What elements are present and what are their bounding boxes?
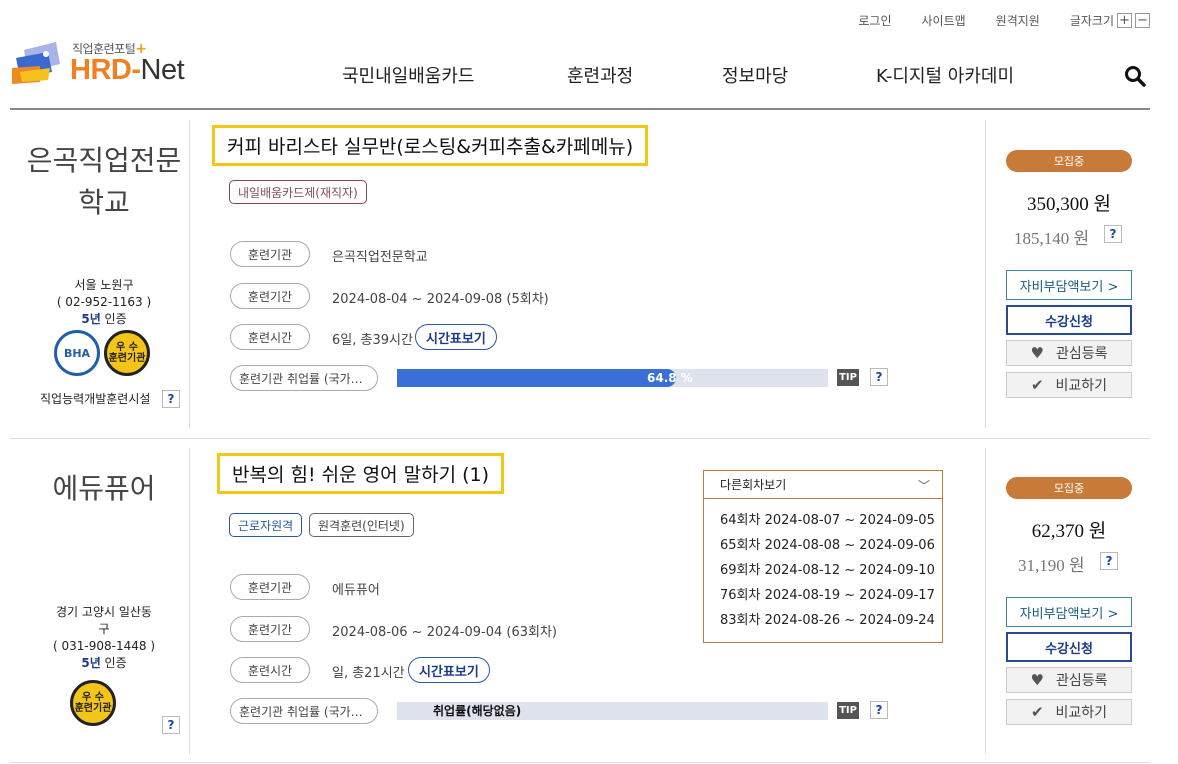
employment-rate-bar: 취업률(해당없음) [397,702,828,720]
session-item[interactable]: 83회차 2024-08-26 ~ 2024-09-24 [704,608,942,633]
chevron-down-icon: ﹀ [917,479,930,493]
heart-icon: ♥ [1030,671,1044,689]
interest-button[interactable]: ♥ 관심등록 [1006,340,1132,366]
timetable-button[interactable]: 시간표보기 [415,324,497,350]
institution-name[interactable]: 은곡직업전문학교 [14,140,194,224]
check-icon: ✔ [1030,703,1044,721]
time-value: 6일, 총39시간 [332,333,413,348]
help-icon[interactable]: ? [162,390,180,408]
nav-item-courses[interactable]: 훈련과정 [567,62,633,88]
interest-button[interactable]: ♥ 관심등록 [1006,667,1132,693]
search-icon[interactable] [1124,65,1146,87]
login-link[interactable]: 로그인 [858,12,891,29]
label-employment: 훈련기관 취업률 (국가… [230,365,378,391]
session-item[interactable]: 64회차 2024-08-07 ~ 2024-09-05 [704,508,942,533]
course-title[interactable]: 반복의 힘! 쉬운 영어 말하기 (1) [217,453,505,494]
help-icon[interactable]: ? [162,716,180,734]
font-size-control: 글자크기 + − [1070,12,1150,29]
label-org: 훈련기관 [230,574,310,600]
tip-badge[interactable]: TIP [837,702,859,719]
self-pay-price: 31,190 원 [1018,556,1085,575]
font-size-label: 글자크기 [1069,14,1114,28]
utility-nav: 로그인 사이트맵 원격지원 글자크기 + − [828,12,1150,29]
check-icon: ✔ [1030,376,1044,394]
help-icon[interactable]: ? [1100,552,1118,570]
bha-badge-icon: BHA [54,330,100,376]
course-price: 62,370 원 [1031,521,1107,542]
remote-support-link[interactable]: 원격지원 [996,12,1040,29]
main-nav: 국민내일배움카드 훈련과정 정보마당 K-디지털 아카데미 [0,62,1178,92]
nav-item-info[interactable]: 정보마당 [722,62,788,88]
employment-rate-bar: 64.8 % [397,369,828,387]
label-employment: 훈련기관 취업률 (국가… [230,698,378,724]
status-badge: 모집중 [1006,150,1132,172]
period-value: 2024-08-06 ~ 2024-09-04 (63회차) [332,625,557,640]
nav-item-k-digital[interactable]: K-디지털 아카데미 [876,62,1014,88]
facility-label: 직업능력개발훈련시설 [40,392,151,406]
heart-icon: ♥ [1030,344,1044,362]
employment-rate-text: 64.8 % [647,371,693,385]
self-pay-button[interactable]: 자비부담액보기 > [1006,597,1132,627]
divider [985,448,986,754]
font-decrease-button[interactable]: − [1135,13,1150,28]
nav-item-card[interactable]: 국민내일배움카드 [342,62,474,88]
label-period: 훈련기간 [230,283,310,309]
other-sessions-toggle[interactable]: 다른회차보기 ﹀ [704,471,942,499]
institution-name[interactable]: 에듀퓨어 [14,468,194,510]
excellent-institution-badge-icon: 우 수 훈련기관 [104,330,150,376]
org-value: 은곡직업전문학교 [332,250,428,265]
tag-card-type: 내일배움카드제(재직자) [229,180,367,204]
session-item[interactable]: 76회차 2024-08-19 ~ 2024-09-17 [704,583,942,608]
compare-button[interactable]: ✔ 비교하기 [1006,372,1132,398]
label-org: 훈련기관 [230,241,310,267]
divider [985,120,986,428]
label-time: 훈련시간 [230,657,310,683]
employment-rate-fill [397,369,677,387]
employment-rate-text: 취업률(해당없음) [433,704,522,718]
other-sessions-dropdown[interactable]: 다른회차보기 ﹀ 64회차 2024-08-07 ~ 2024-09-05 65회… [703,470,943,643]
font-increase-button[interactable]: + [1117,13,1132,28]
time-value: 일, 총21시간 [332,666,405,681]
course-title[interactable]: 커피 바리스타 실무반(로스팅&커피추출&카페메뉴) [212,125,649,166]
org-value: 에듀퓨어 [332,583,380,598]
apply-button[interactable]: 수강신청 [1006,632,1132,662]
self-pay-price: 185,140 원 [1014,229,1090,248]
sitemap-link[interactable]: 사이트맵 [921,12,965,29]
excellent-institution-badge-icon: 우 수 훈련기관 [70,680,116,726]
help-icon[interactable]: ? [870,368,888,386]
help-icon[interactable]: ? [1104,225,1122,243]
compare-button[interactable]: ✔ 비교하기 [1006,699,1132,725]
session-item[interactable]: 65회차 2024-08-08 ~ 2024-09-06 [704,533,942,558]
help-icon[interactable]: ? [870,701,888,719]
apply-button[interactable]: 수강신청 [1006,305,1132,335]
institution-location: 경기 고양시 일산동구 ( 031-908-1448 ) 5년 인증 [53,605,155,670]
label-time: 훈련시간 [230,324,310,350]
tag-remote-internet: 원격훈련(인터넷) [309,513,414,537]
course-price: 350,300 원 [1027,194,1111,215]
tip-badge[interactable]: TIP [837,369,859,386]
session-item[interactable]: 69회차 2024-08-12 ~ 2024-09-10 [704,558,942,583]
timetable-button[interactable]: 시간표보기 [408,657,490,683]
self-pay-button[interactable]: 자비부담액보기 > [1006,270,1132,300]
row-divider [10,762,1150,763]
tag-worker-remote: 근로자원격 [229,513,303,537]
status-badge: 모집중 [1006,477,1132,499]
row-divider [10,438,1150,439]
header-divider [10,108,1150,110]
institution-location: 서울 노원구 ( 02-952-1163 ) 5년 인증 [56,278,152,326]
period-value: 2024-08-04 ~ 2024-09-08 (5회차) [332,292,549,307]
label-period: 훈련기간 [230,616,310,642]
